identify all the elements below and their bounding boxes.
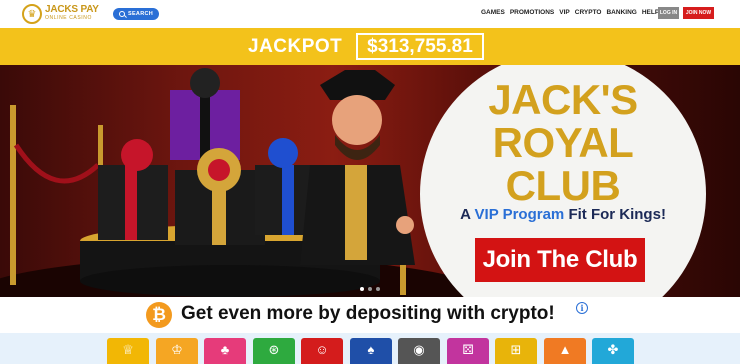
category-tile[interactable]: ♕ bbox=[107, 338, 149, 364]
nav-item-banking[interactable]: BANKING bbox=[606, 9, 636, 16]
club-title-line2: ROYAL bbox=[492, 119, 634, 166]
info-icon[interactable]: i bbox=[576, 302, 588, 314]
club-title-line1: JACK'S bbox=[488, 76, 638, 123]
carousel-dot[interactable] bbox=[376, 287, 380, 291]
category-tile[interactable]: ▲ bbox=[544, 338, 586, 364]
crypto-banner-text: Get even more by depositing with crypto! bbox=[181, 303, 555, 324]
carousel-dots bbox=[360, 287, 380, 291]
category-tile[interactable]: ♣ bbox=[204, 338, 246, 364]
logo-subtitle: ONLINE CASINO bbox=[45, 15, 92, 21]
category-tile[interactable]: ♔ bbox=[156, 338, 198, 364]
logo-title: JACKS PAY bbox=[45, 4, 99, 15]
club-title-line3: CLUB bbox=[505, 162, 621, 209]
rocket-icon: ▲ bbox=[558, 342, 572, 357]
category-tile[interactable]: ⊞ bbox=[495, 338, 537, 364]
hero-tagline: A VIP Program Fit For Kings! bbox=[460, 206, 666, 223]
category-tile[interactable]: ✤ bbox=[592, 338, 634, 364]
crypto-banner: ₿ Get even more by depositing with crypt… bbox=[0, 297, 740, 333]
nav-item-vip[interactable]: VIP bbox=[559, 9, 569, 16]
category-tile[interactable]: ☺ bbox=[301, 338, 343, 364]
carousel-dot[interactable] bbox=[360, 287, 364, 291]
jackpot-label: JACKPOT bbox=[248, 36, 343, 57]
basket-icon: ⊞ bbox=[510, 342, 522, 357]
roulette-icon: ⊛ bbox=[268, 342, 280, 357]
search-icon bbox=[118, 11, 125, 17]
dealer-icon: ☺ bbox=[315, 342, 329, 357]
login-button[interactable]: LOG IN bbox=[658, 7, 679, 19]
join-now-button[interactable]: JOIN NOW bbox=[683, 7, 714, 19]
coin-icon: ◉ bbox=[413, 342, 425, 357]
search-button[interactable]: SEARCH bbox=[113, 8, 159, 20]
bitcoin-icon: ₿ bbox=[146, 302, 172, 328]
cherries-icon: ♣ bbox=[220, 342, 230, 357]
category-tile[interactable]: ♠ bbox=[350, 338, 392, 364]
main-nav: GAMES PROMOTIONS VIP CRYPTO BANKING HELP bbox=[481, 9, 659, 16]
jackpot-bar: JACKPOT $313,755.81 bbox=[0, 28, 740, 65]
cards-icon: ♠ bbox=[367, 342, 375, 357]
crown-stack-icon: ♔ bbox=[171, 342, 183, 357]
puzzle-icon: ✤ bbox=[607, 342, 619, 357]
jacks-pay-logo[interactable]: ♛ JACKS PAY ONLINE CASINO bbox=[22, 3, 102, 25]
dice-icon: ⚄ bbox=[462, 342, 474, 357]
category-bar: ♕ ♔ ♣ ⊛ ☺ ♠ ◉ ⚄ ⊞ ▲ ✤ bbox=[0, 333, 740, 364]
nav-item-help[interactable]: HELP bbox=[642, 9, 659, 16]
nav-item-games[interactable]: GAMES bbox=[481, 9, 505, 16]
search-label: SEARCH bbox=[127, 11, 154, 17]
crown-icon: ♕ bbox=[122, 342, 134, 357]
carousel-dot[interactable] bbox=[368, 287, 372, 291]
nav-item-promotions[interactable]: PROMOTIONS bbox=[510, 9, 554, 16]
category-tile[interactable]: ⊛ bbox=[253, 338, 295, 364]
jackpot-value: $313,755.81 bbox=[356, 33, 484, 60]
site-header: ♛ JACKS PAY ONLINE CASINO SEARCH GAMES P… bbox=[0, 0, 740, 28]
category-tile[interactable]: ⚄ bbox=[447, 338, 489, 364]
hero-banner[interactable]: JACK'S ROYAL CLUB A VIP Program Fit For … bbox=[0, 65, 740, 297]
join-the-club-button[interactable]: Join The Club bbox=[475, 238, 645, 282]
logo-crown-icon: ♛ bbox=[22, 4, 42, 24]
category-tile[interactable]: ◉ bbox=[398, 338, 440, 364]
nav-item-crypto[interactable]: CRYPTO bbox=[575, 9, 602, 16]
